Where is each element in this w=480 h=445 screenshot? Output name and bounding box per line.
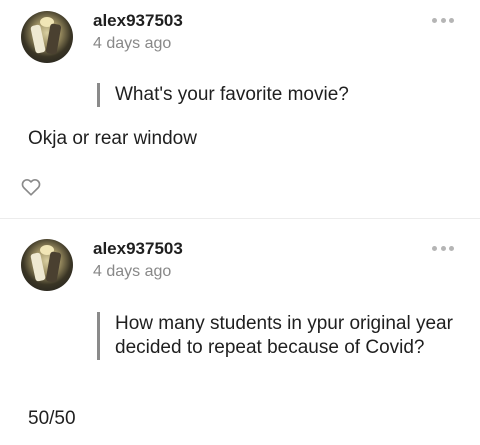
avatar[interactable]: [21, 11, 73, 63]
more-options-button[interactable]: [432, 244, 454, 252]
username[interactable]: alex937503: [93, 239, 183, 259]
question-quote: What's your favorite movie?: [97, 83, 455, 107]
heart-icon[interactable]: [20, 176, 42, 198]
more-dots-icon: [432, 245, 437, 251]
post-card: alex937503 4 days ago What's your favori…: [0, 0, 480, 218]
more-options-button[interactable]: [432, 16, 454, 24]
avatar[interactable]: [21, 239, 73, 291]
timestamp: 4 days ago: [93, 263, 172, 280]
answer-text: Okja or rear window: [28, 128, 197, 149]
timestamp: 4 days ago: [93, 35, 172, 52]
username[interactable]: alex937503: [93, 11, 183, 31]
answer-text: 50/50: [28, 408, 76, 429]
question-quote: How many students in ypur original year …: [97, 312, 460, 360]
post-card: alex937503 4 days ago How many students …: [0, 219, 480, 445]
more-dots-icon: [432, 17, 437, 23]
